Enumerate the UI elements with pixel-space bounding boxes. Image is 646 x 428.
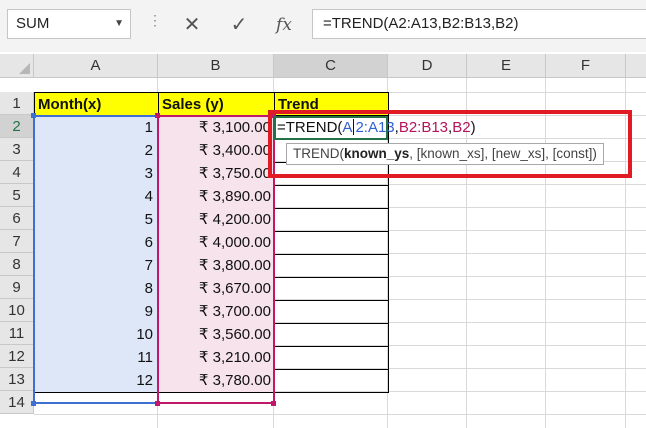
- cell-trend[interactable]: [274, 300, 389, 324]
- formula-bar: SUM ▼ ⋮ ✕ ✓ fx =TREND(A2:A13,B2:B13,B2): [0, 0, 646, 52]
- cell-trend[interactable]: [274, 369, 389, 393]
- range-highlight-a: [33, 115, 159, 404]
- row-header-7[interactable]: 7: [0, 230, 34, 253]
- row-header-4[interactable]: 4: [0, 161, 34, 184]
- row-header-11[interactable]: 11: [0, 322, 34, 345]
- cell-trend[interactable]: [274, 323, 389, 347]
- cancel-icon[interactable]: ✕: [178, 12, 206, 38]
- drag-handle-icon[interactable]: ⋮: [148, 13, 162, 27]
- row-header-9[interactable]: 9: [0, 276, 34, 299]
- row-header-13[interactable]: 13: [0, 368, 34, 391]
- row-header-14[interactable]: 14: [0, 391, 34, 414]
- column-header-f[interactable]: F: [546, 54, 626, 77]
- cell-trend[interactable]: [274, 254, 389, 278]
- insert-function-icon[interactable]: fx: [270, 12, 298, 38]
- name-box-value: SUM: [16, 15, 50, 32]
- column-header-a[interactable]: A: [34, 54, 158, 77]
- header-month[interactable]: Month(x): [34, 92, 159, 116]
- row-header-1[interactable]: 1: [0, 92, 34, 115]
- cell-trend[interactable]: [274, 346, 389, 370]
- column-headers: A B C D E F: [0, 54, 646, 78]
- cell-trend[interactable]: [274, 277, 389, 301]
- column-header-c[interactable]: C: [274, 54, 388, 77]
- cell-trend[interactable]: [274, 208, 389, 232]
- cell-trend[interactable]: [274, 185, 389, 209]
- range-highlight-b: [157, 115, 275, 404]
- enter-icon[interactable]: ✓: [225, 12, 253, 38]
- highlight-box: [268, 110, 632, 178]
- header-sales[interactable]: Sales (y): [158, 92, 275, 116]
- cell-trend[interactable]: [274, 231, 389, 255]
- formula-input[interactable]: =TREND(A2:A13,B2:B13,B2): [312, 9, 646, 39]
- row-header-2[interactable]: 2: [0, 115, 34, 138]
- row-header-5[interactable]: 5: [0, 184, 34, 207]
- row-header-3[interactable]: 3: [0, 138, 34, 161]
- row-header-6[interactable]: 6: [0, 207, 34, 230]
- column-header-b[interactable]: B: [158, 54, 274, 77]
- select-all-button[interactable]: [0, 54, 34, 77]
- name-box[interactable]: SUM ▼: [7, 9, 131, 39]
- row-header-8[interactable]: 8: [0, 253, 34, 276]
- row-header-12[interactable]: 12: [0, 345, 34, 368]
- column-header-d[interactable]: D: [388, 54, 467, 77]
- row-header-10[interactable]: 10: [0, 299, 34, 322]
- column-header-e[interactable]: E: [467, 54, 546, 77]
- chevron-down-icon[interactable]: ▼: [114, 10, 124, 38]
